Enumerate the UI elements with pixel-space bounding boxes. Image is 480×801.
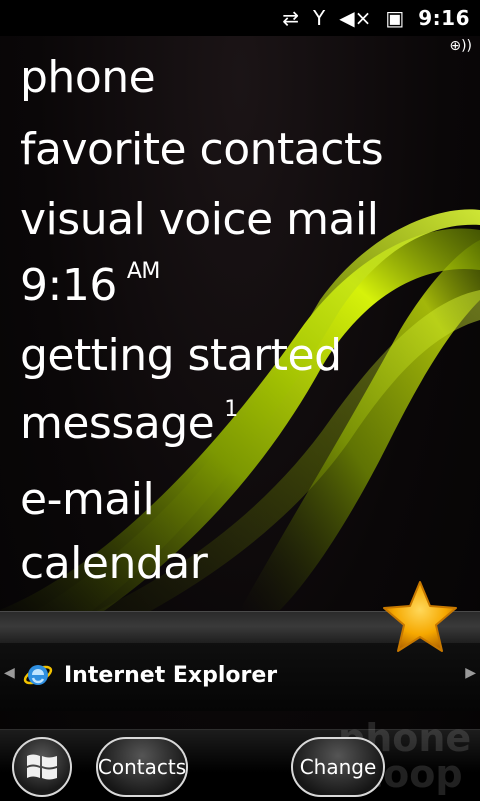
internet-explorer-icon <box>23 665 53 685</box>
status-bar: ⇄ Y ◀× ▣ 9:16 <box>0 0 480 36</box>
menu-item-visual-voice-mail[interactable]: visual voice mail <box>20 194 379 246</box>
favorite-star-icon[interactable] <box>380 578 460 656</box>
menu-item-favorite-contacts[interactable]: favorite contacts <box>20 124 384 176</box>
menu-item-phone[interactable]: phone <box>20 52 156 104</box>
menu-item-calendar[interactable]: calendar <box>20 538 208 590</box>
menu-item-label: visual voice mail <box>20 194 379 245</box>
battery-icon: ▣ <box>385 6 405 30</box>
gps-icon: ⊕)) <box>449 38 472 54</box>
signal-strength-icon: Y <box>312 6 326 30</box>
contacts-button[interactable]: Contacts <box>96 737 188 797</box>
windows-logo-icon <box>27 754 57 780</box>
status-time: 9:16 <box>418 6 470 30</box>
scroll-left-arrow-icon[interactable]: ◀ <box>4 665 15 681</box>
menu-item-label: favorite contacts <box>20 124 384 175</box>
change-button[interactable]: Change <box>291 737 385 797</box>
clock-am-pm: AM <box>126 259 161 284</box>
volume-muted-icon: ◀× <box>339 6 372 30</box>
menu-item-message[interactable]: message 1 <box>20 397 238 458</box>
scroll-right-arrow-icon[interactable]: ▶ <box>465 665 476 681</box>
menu-item-getting-started[interactable]: getting started <box>20 330 342 382</box>
menu-item-label: phone <box>20 52 156 103</box>
menu-item-label: calendar <box>20 538 208 589</box>
menu-item-label: getting started <box>20 330 342 381</box>
menu-item-label: e-mail <box>20 474 155 525</box>
menu-item-label: message <box>20 398 215 449</box>
menu-item-e-mail[interactable]: e-mail <box>20 474 155 526</box>
clock-time: 9:16 <box>20 260 117 311</box>
internet-explorer-label: Internet Explorer <box>64 663 278 688</box>
start-button[interactable] <box>12 737 72 797</box>
message-count-badge: 1 <box>224 397 238 422</box>
menu-item-clock[interactable]: 9:16 AM <box>20 259 161 320</box>
data-connection-icon: ⇄ <box>282 6 299 30</box>
